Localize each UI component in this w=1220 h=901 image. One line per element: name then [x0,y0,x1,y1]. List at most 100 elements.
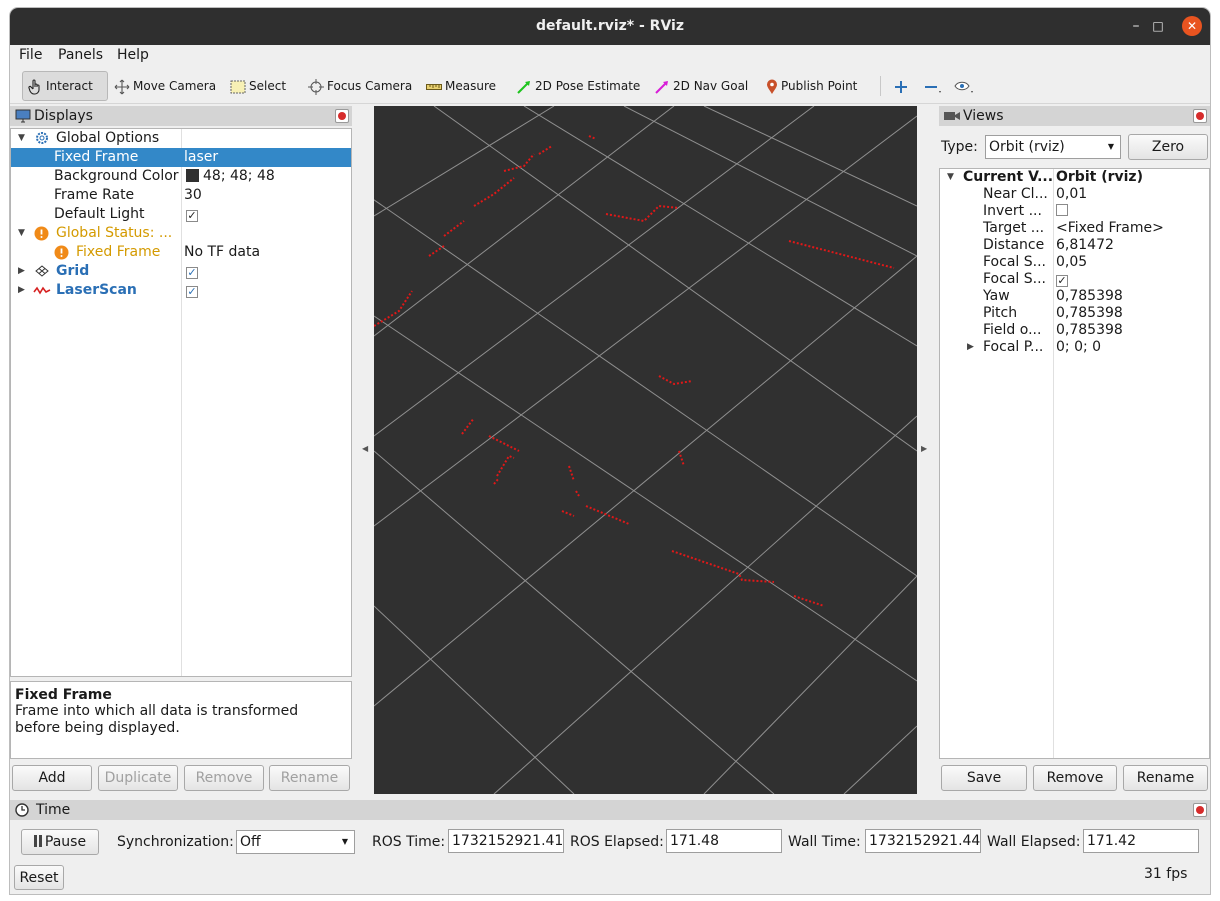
fixed-frame-label: Fixed Frame [54,149,139,165]
warning-icon [54,245,69,260]
property-help-box: Fixed Frame Frame into which all data is… [10,681,352,759]
tree-row-status-fixed-frame[interactable]: Fixed Frame No TF data [11,243,351,262]
menu-file[interactable]: File [19,47,42,63]
expand-arrow-icon[interactable]: ▼ [18,224,25,243]
pause-button[interactable]: Pause [21,829,99,855]
menu-help[interactable]: Help [117,47,149,63]
color-swatch [186,169,199,182]
grid-lines [374,106,917,794]
fps-counter: 31 fps [1144,866,1188,882]
sync-select[interactable]: Off ▼ [236,830,355,854]
view-options-button[interactable] [950,71,981,101]
interact-tool-button[interactable]: Interact [22,71,108,101]
wall-time-field[interactable]: 1732152921.44 [865,829,981,853]
menu-panels[interactable]: Panels [58,47,103,63]
interact-label: Interact [46,79,93,93]
tree-row-focal-point[interactable]: ▶ Focal P... 0; 0; 0 [940,338,1209,357]
rename-display-button[interactable]: Rename [269,765,350,791]
remove-display-button[interactable]: Remove [184,765,264,791]
wall-elapsed-field[interactable]: 171.42 [1083,829,1199,853]
expand-arrow-icon[interactable]: ▼ [18,129,25,148]
right-splitter-handle[interactable]: ▶ [921,444,927,453]
view-type-select[interactable]: Orbit (rviz) ▼ [985,135,1121,159]
displays-close-button[interactable] [335,109,349,123]
global-options-label: Global Options [56,130,160,146]
status-fixed-frame-value: No TF data [184,244,261,260]
tree-row-frame-rate[interactable]: Frame Rate 30 [11,186,351,205]
fixed-frame-value[interactable]: laser [184,148,218,167]
tree-row-grid[interactable]: ▶ Grid ✓ [11,262,351,281]
pause-label: Pause [44,834,87,850]
sync-value: Off [240,834,261,850]
maximize-icon[interactable]: □ [1148,16,1168,36]
reset-button[interactable]: Reset [14,865,64,890]
remove-tool-button[interactable] [920,71,949,101]
grid-checkbox[interactable]: ✓ [186,262,198,281]
minimize-icon[interactable]: – [1126,16,1146,36]
help-text: Frame into which all data is transformed… [15,703,299,736]
rviz-window: default.rviz* - RViz – □ ✕ File Panels H… [10,8,1210,894]
wall-elapsed-label: Wall Elapsed: [987,834,1081,850]
tree-row-global-status[interactable]: ▼ Global Status: ... [11,224,351,243]
frame-rate-value[interactable]: 30 [184,186,202,205]
render-viewport[interactable] [374,106,917,794]
laserscan-icon [33,286,51,295]
focal-point-label: Focal P... [983,339,1044,355]
close-icon[interactable]: ✕ [1182,16,1202,36]
collapse-arrow-icon[interactable]: ▶ [18,281,25,300]
nav-goal-tool-button[interactable]: 2D Nav Goal [650,71,752,101]
focal-point-value[interactable]: 0; 0; 0 [1056,338,1101,357]
grid-icon [35,265,49,277]
minus-icon [925,85,941,93]
publish-point-tool-button[interactable]: Publish Point [762,71,861,101]
scene-canvas[interactable] [374,106,917,794]
select-tool-button[interactable]: Select [226,71,290,101]
title-bar[interactable]: default.rviz* - RViz – □ ✕ [10,8,1210,45]
view-type-value: Orbit (rviz) [989,139,1065,155]
checkmark-icon: ✓ [186,285,198,298]
collapse-arrow-icon[interactable]: ▶ [18,262,25,281]
ros-time-field[interactable]: 1732152921.41 [448,829,564,853]
ros-time-label: ROS Time: [372,834,446,850]
laserscan-label: LaserScan [56,282,137,298]
duplicate-display-button[interactable]: Duplicate [98,765,178,791]
tree-row-fixed-frame[interactable]: Fixed Frame laser [11,148,351,167]
global-status-label: Global Status: ... [56,225,173,241]
background-color-value[interactable]: 48; 48; 48 [186,167,275,186]
select-label: Select [249,79,287,93]
eye-icon [954,81,973,93]
move-camera-tool-button[interactable]: Move Camera [110,71,220,101]
grid-label: Grid [56,263,90,279]
clock-icon [15,803,29,817]
save-view-button[interactable]: Save [941,765,1027,791]
monitor-icon [15,109,31,123]
left-splitter-handle[interactable]: ◀ [362,444,368,453]
views-tree: ▼ Current V... Orbit (rviz) Near Cl... 0… [939,168,1210,759]
pose-estimate-label: 2D Pose Estimate [535,79,641,93]
laser-scan-points [374,135,895,607]
default-light-checkbox[interactable]: ✓ [186,205,198,224]
ros-elapsed-field[interactable]: 171.48 [666,829,782,853]
collapse-arrow-icon[interactable]: ▶ [967,338,974,357]
measure-tool-button[interactable]: Measure [422,71,500,101]
remove-view-button[interactable]: Remove [1033,765,1117,791]
views-close-button[interactable] [1193,109,1207,123]
tree-row-laserscan[interactable]: ▶ LaserScan ✓ [11,281,351,300]
nav-goal-label: 2D Nav Goal [673,79,749,93]
add-tool-button[interactable] [890,71,915,101]
time-close-button[interactable] [1193,803,1207,817]
chevron-down-icon: ▼ [1107,142,1114,151]
view-type-label: Type: [941,139,978,155]
zero-button[interactable]: Zero [1128,134,1208,160]
tree-row-background-color[interactable]: Background Color 48; 48; 48 [11,167,351,186]
tree-row-default-light[interactable]: Default Light ✓ [11,205,351,224]
pose-estimate-tool-button[interactable]: 2D Pose Estimate [512,71,644,101]
ruler-icon [426,83,442,90]
rename-view-button[interactable]: Rename [1123,765,1208,791]
default-light-label: Default Light [54,206,145,222]
laserscan-checkbox[interactable]: ✓ [186,281,198,300]
add-display-button[interactable]: Add [12,765,92,791]
map-pin-icon [767,79,777,94]
focus-camera-tool-button[interactable]: Focus Camera [304,71,416,101]
tree-row-global-options[interactable]: ▼ Global Options [11,129,351,148]
